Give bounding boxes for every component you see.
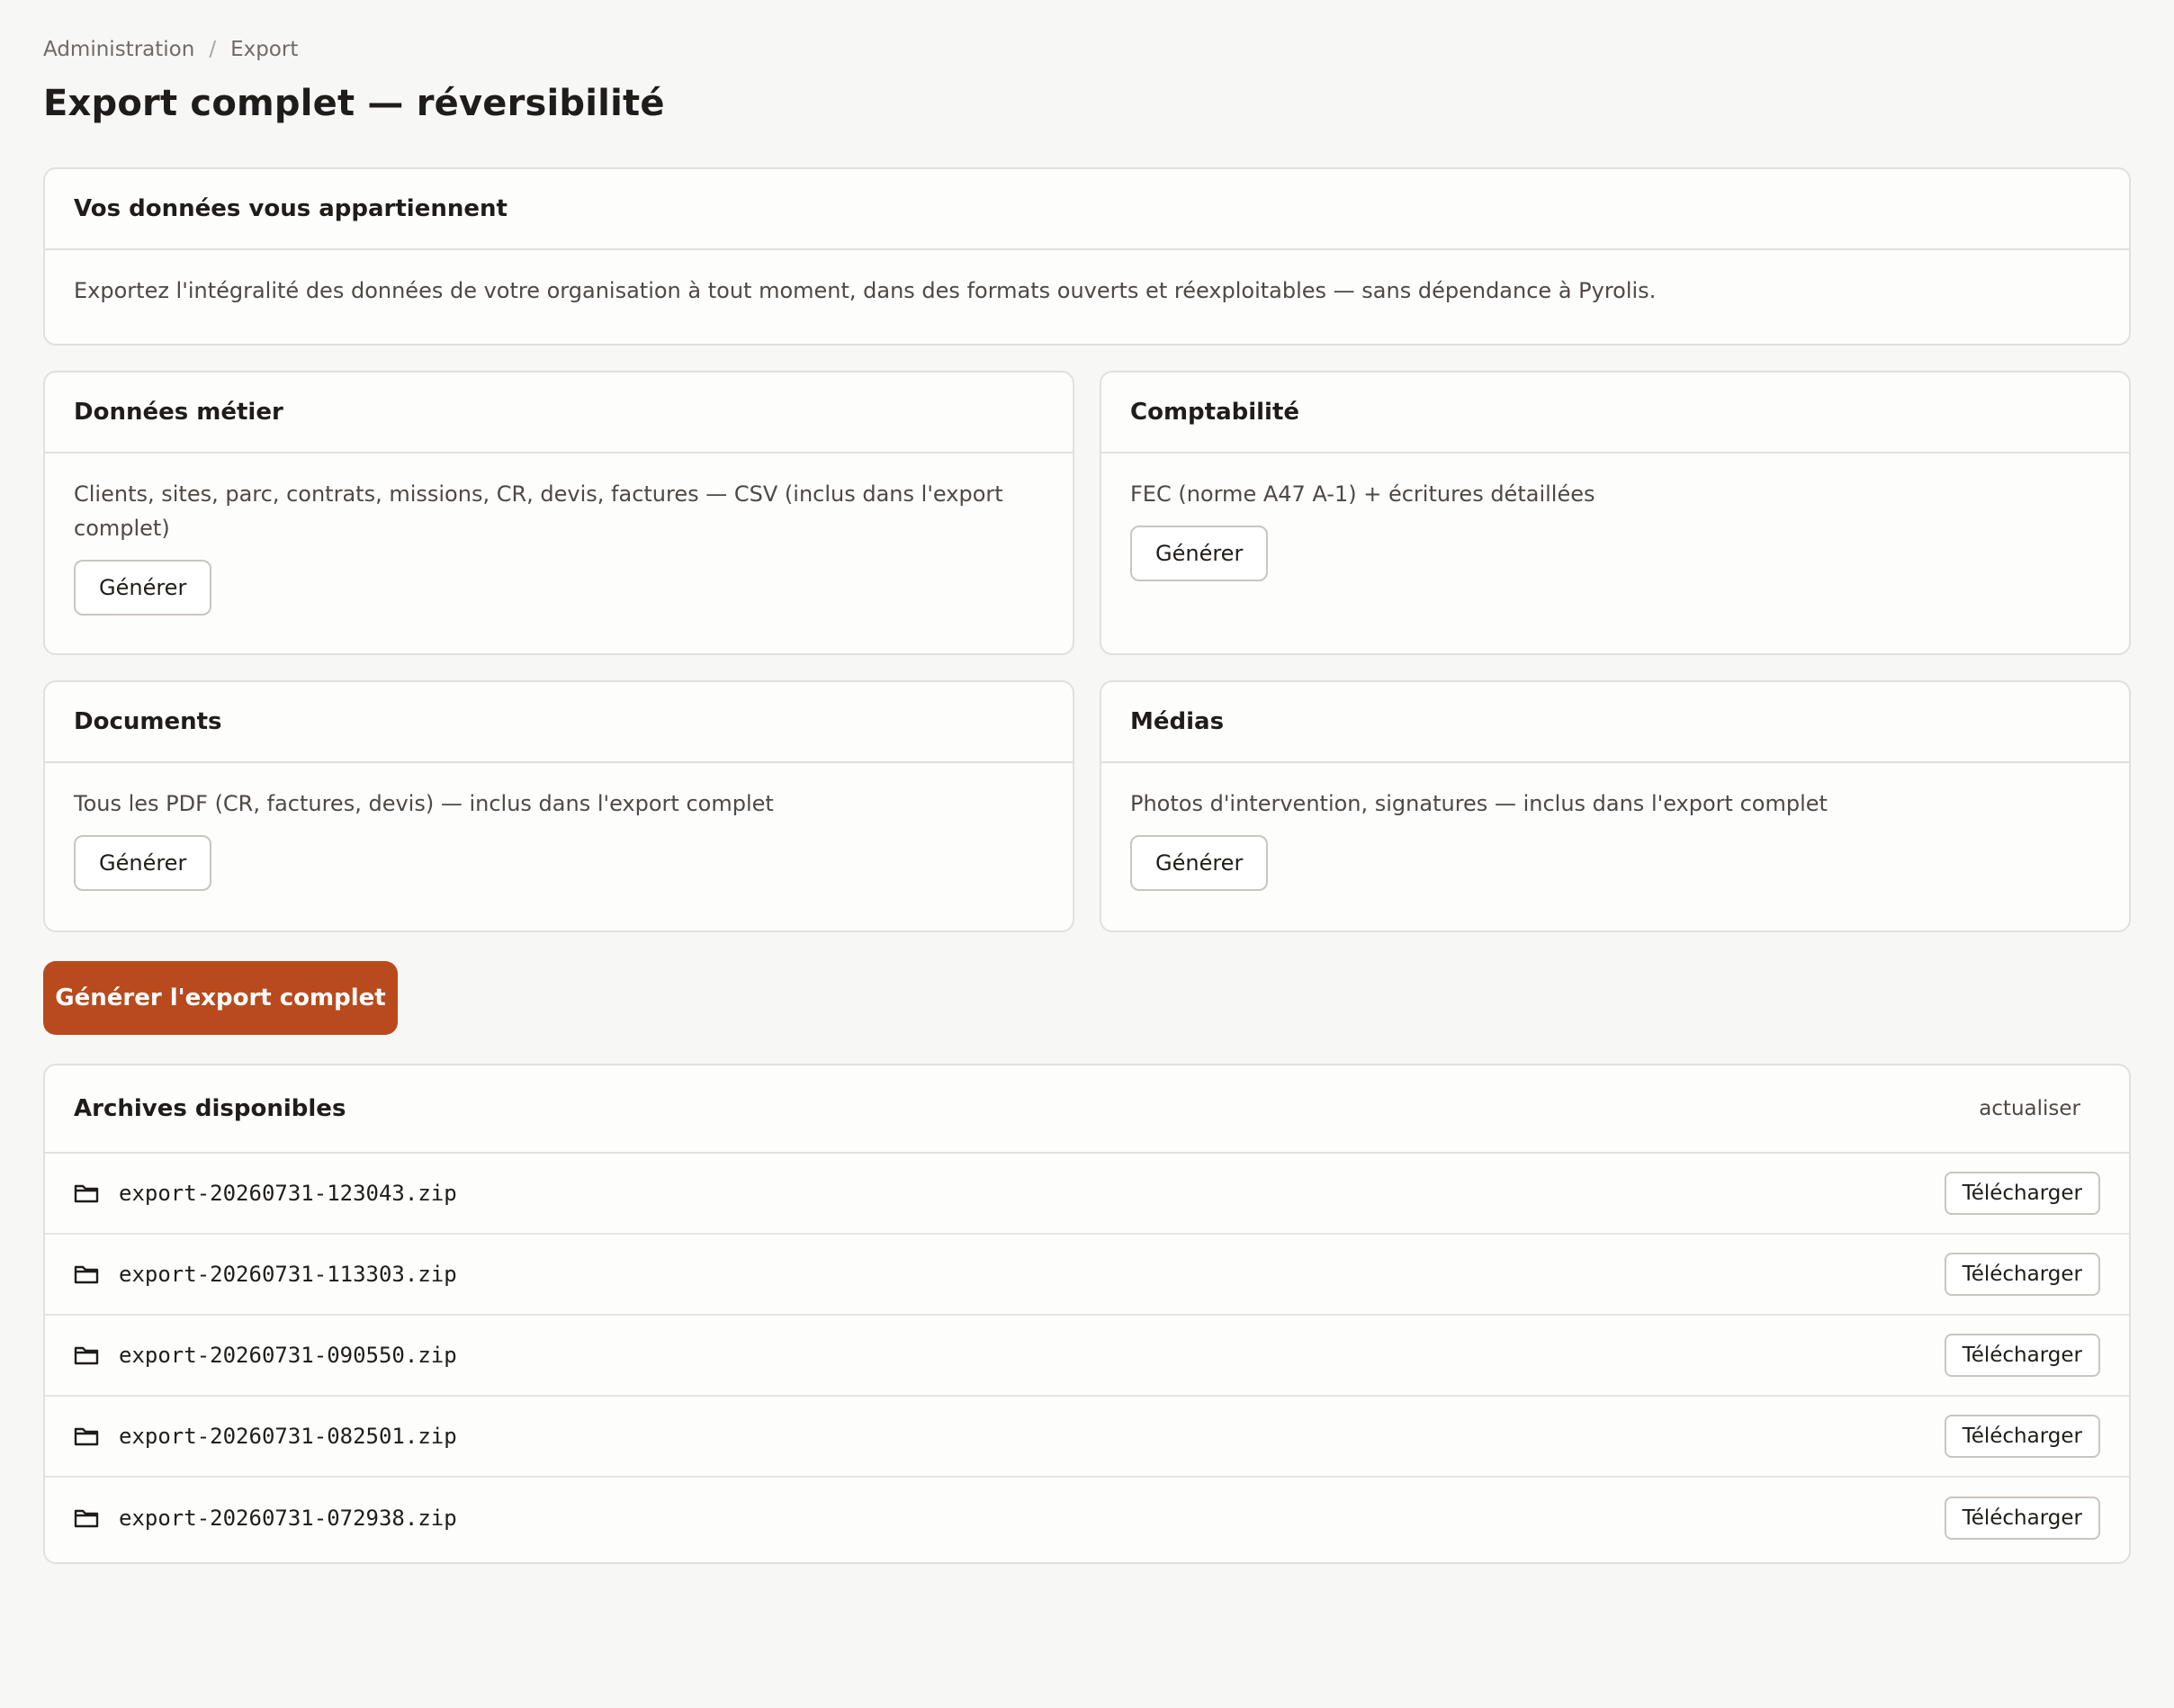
- download-button[interactable]: Télécharger: [1944, 1415, 2100, 1458]
- folder-icon: [74, 1425, 99, 1447]
- business-data-card: Données métier Clients, sites, parc, con…: [43, 371, 1074, 655]
- download-button[interactable]: Télécharger: [1944, 1172, 2100, 1215]
- breadcrumb-separator: /: [209, 38, 217, 61]
- business-data-description: Clients, sites, parc, contrats, missions…: [74, 481, 1003, 541]
- download-button[interactable]: Télécharger: [1944, 1253, 2100, 1296]
- folder-icon: [74, 1507, 99, 1529]
- page-title: Export complet — réversibilité: [43, 83, 665, 124]
- documents-description: Tous les PDF (CR, factures, devis) — inc…: [74, 791, 774, 816]
- documents-card: Documents Tous les PDF (CR, factures, de…: [43, 680, 1074, 932]
- archives-title: Archives disponibles: [74, 1095, 346, 1122]
- archive-row: export-20260731-123043.zip Télécharger: [45, 1154, 2129, 1235]
- folder-icon: [74, 1182, 99, 1204]
- media-description: Photos d'intervention, signatures — incl…: [1130, 791, 1828, 816]
- archive-filename: export-20260731-123043.zip: [119, 1181, 457, 1206]
- archive-list: export-20260731-123043.zip Télécharger e…: [45, 1154, 2129, 1559]
- intro-card-title: Vos données vous appartiennent: [45, 169, 2129, 250]
- intro-card: Vos données vous appartiennent Exportez …: [43, 167, 2131, 346]
- folder-icon: [74, 1263, 99, 1285]
- archive-filename: export-20260731-072938.zip: [119, 1506, 457, 1531]
- archive-filename: export-20260731-113303.zip: [119, 1262, 457, 1287]
- breadcrumb: Administration / Export: [43, 38, 298, 61]
- accounting-title: Comptabilité: [1101, 373, 2129, 454]
- accounting-card: Comptabilité FEC (norme A47 A-1) + écrit…: [1100, 371, 2131, 655]
- business-data-title: Données métier: [45, 373, 1073, 454]
- archive-row: export-20260731-082501.zip Télécharger: [45, 1397, 2129, 1478]
- generate-business-data-button[interactable]: Générer: [74, 560, 212, 616]
- archive-row: export-20260731-113303.zip Télécharger: [45, 1235, 2129, 1316]
- archive-row: export-20260731-072938.zip Télécharger: [45, 1478, 2129, 1559]
- generate-full-export-button[interactable]: Générer l'export complet: [43, 961, 398, 1035]
- media-card: Médias Photos d'intervention, signatures…: [1100, 680, 2131, 932]
- export-page: Administration / Export Export complet —…: [0, 0, 2174, 1708]
- download-button[interactable]: Télécharger: [1944, 1497, 2100, 1540]
- generate-media-button[interactable]: Générer: [1130, 835, 1269, 891]
- archive-filename: export-20260731-090550.zip: [119, 1343, 457, 1368]
- generate-accounting-button[interactable]: Générer: [1130, 526, 1269, 581]
- archive-row: export-20260731-090550.zip Télécharger: [45, 1316, 2129, 1397]
- accounting-description: FEC (norme A47 A-1) + écritures détaillé…: [1130, 481, 1595, 507]
- breadcrumb-item-administration[interactable]: Administration: [43, 38, 194, 61]
- intro-card-text: Exportez l'intégralité des données de vo…: [74, 278, 1657, 303]
- breadcrumb-item-export: Export: [230, 38, 299, 61]
- archives-card: Archives disponibles actualiser export-2…: [43, 1064, 2131, 1564]
- refresh-link[interactable]: actualiser: [1979, 1097, 2080, 1120]
- folder-icon: [74, 1344, 99, 1366]
- documents-title: Documents: [45, 682, 1073, 763]
- archive-filename: export-20260731-082501.zip: [119, 1424, 457, 1449]
- download-button[interactable]: Télécharger: [1944, 1334, 2100, 1377]
- generate-documents-button[interactable]: Générer: [74, 835, 212, 891]
- media-title: Médias: [1101, 682, 2129, 763]
